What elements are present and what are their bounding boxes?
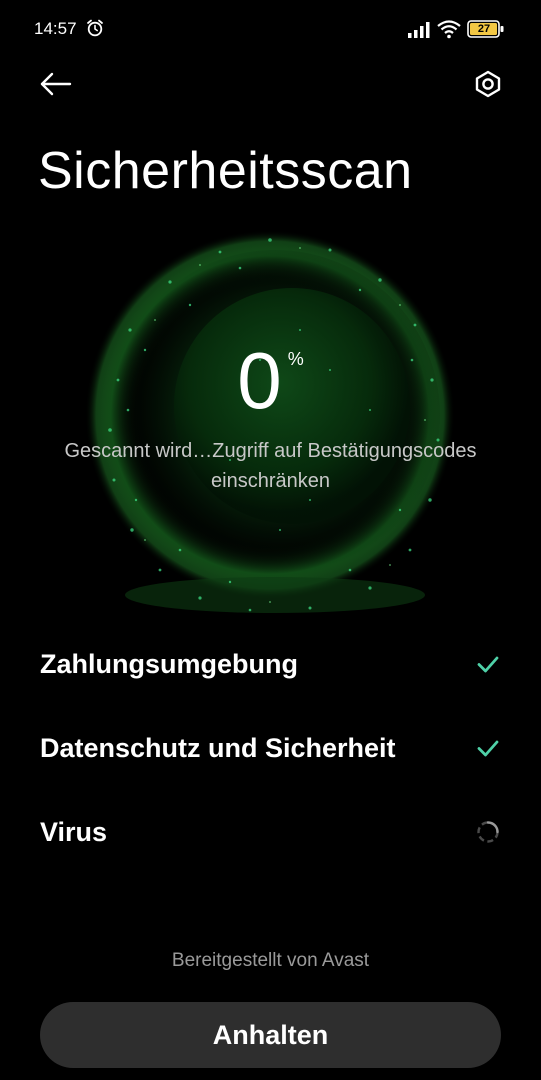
check-item-privacy: Datenschutz und Sicherheit bbox=[40, 723, 510, 773]
provided-by-text: Bereitgestellt von Avast bbox=[171, 950, 370, 971]
loading-spinner-icon bbox=[477, 821, 499, 843]
battery-level: 27 bbox=[477, 23, 491, 35]
alarm-icon bbox=[87, 19, 103, 37]
status-time: 14:57 bbox=[34, 19, 77, 38]
scan-status-text: Gescannt wird…Zugriff auf Bestätigungsco… bbox=[64, 440, 477, 492]
checkmark-icon bbox=[477, 740, 499, 757]
check-item-label: Virus bbox=[40, 817, 108, 847]
check-item-payment: Zahlungsumgebung bbox=[40, 639, 510, 689]
progress-value: 0 bbox=[237, 336, 282, 425]
wifi-icon bbox=[437, 20, 461, 39]
status-bar: 14:57 27 bbox=[0, 0, 541, 60]
back-button[interactable] bbox=[30, 62, 78, 106]
stop-button[interactable]: Anhalten bbox=[40, 1002, 501, 1068]
checkmark-icon bbox=[477, 656, 499, 673]
progress-unit: % bbox=[287, 349, 304, 369]
check-item-virus: Virus bbox=[40, 807, 510, 857]
check-item-label: Zahlungsumgebung bbox=[40, 649, 298, 679]
gear-icon bbox=[475, 70, 501, 98]
check-item-label: Datenschutz und Sicherheit bbox=[40, 733, 396, 763]
signal-icon bbox=[408, 22, 430, 38]
scan-progress: 0% bbox=[0, 336, 541, 426]
arrow-left-icon bbox=[40, 72, 72, 96]
settings-button[interactable] bbox=[464, 62, 512, 106]
page-title: Sicherheitsscan bbox=[38, 142, 413, 200]
